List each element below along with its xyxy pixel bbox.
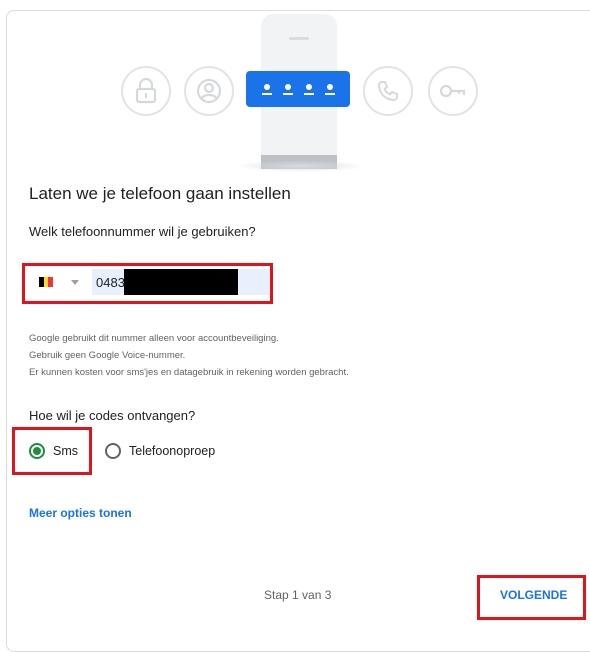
phone-speaker bbox=[289, 37, 309, 40]
phone-notes: Google gebruikt dit nummer alleen voor a… bbox=[29, 330, 349, 381]
call-label: Telefoonoproep bbox=[129, 444, 216, 458]
radio-unselected-icon[interactable] bbox=[105, 443, 121, 459]
note-line: Er kunnen kosten voor sms'jes en datageb… bbox=[29, 367, 349, 378]
phone-shadow bbox=[236, 160, 366, 172]
pin-code-icon bbox=[246, 71, 350, 107]
key-icon bbox=[428, 66, 478, 116]
highlight-next-button bbox=[477, 575, 586, 620]
pin-digit bbox=[282, 83, 293, 95]
codes-question: Hoe wil je codes ontvangen? bbox=[29, 408, 196, 423]
pin-digit bbox=[303, 83, 314, 95]
account-icon bbox=[184, 66, 234, 116]
highlight-sms-option bbox=[12, 427, 92, 475]
lock-icon bbox=[121, 66, 171, 116]
call-option[interactable]: Telefoonoproep bbox=[105, 443, 215, 459]
hero-illustration bbox=[0, 0, 590, 175]
highlight-phone-field bbox=[22, 263, 273, 304]
note-line: Gebruik geen Google Voice-nummer. bbox=[29, 350, 186, 361]
phone-question: Welk telefoonnummer wil je gebruiken? bbox=[29, 224, 256, 239]
pin-digit bbox=[261, 83, 272, 95]
pin-digit bbox=[324, 83, 335, 95]
more-options-link[interactable]: Meer opties tonen bbox=[29, 506, 132, 520]
phone-icon bbox=[363, 66, 413, 116]
note-line: Google gebruikt dit nummer alleen voor a… bbox=[29, 333, 279, 344]
page-title: Laten we je telefoon gaan instellen bbox=[29, 184, 291, 203]
step-indicator: Stap 1 van 3 bbox=[264, 588, 332, 602]
